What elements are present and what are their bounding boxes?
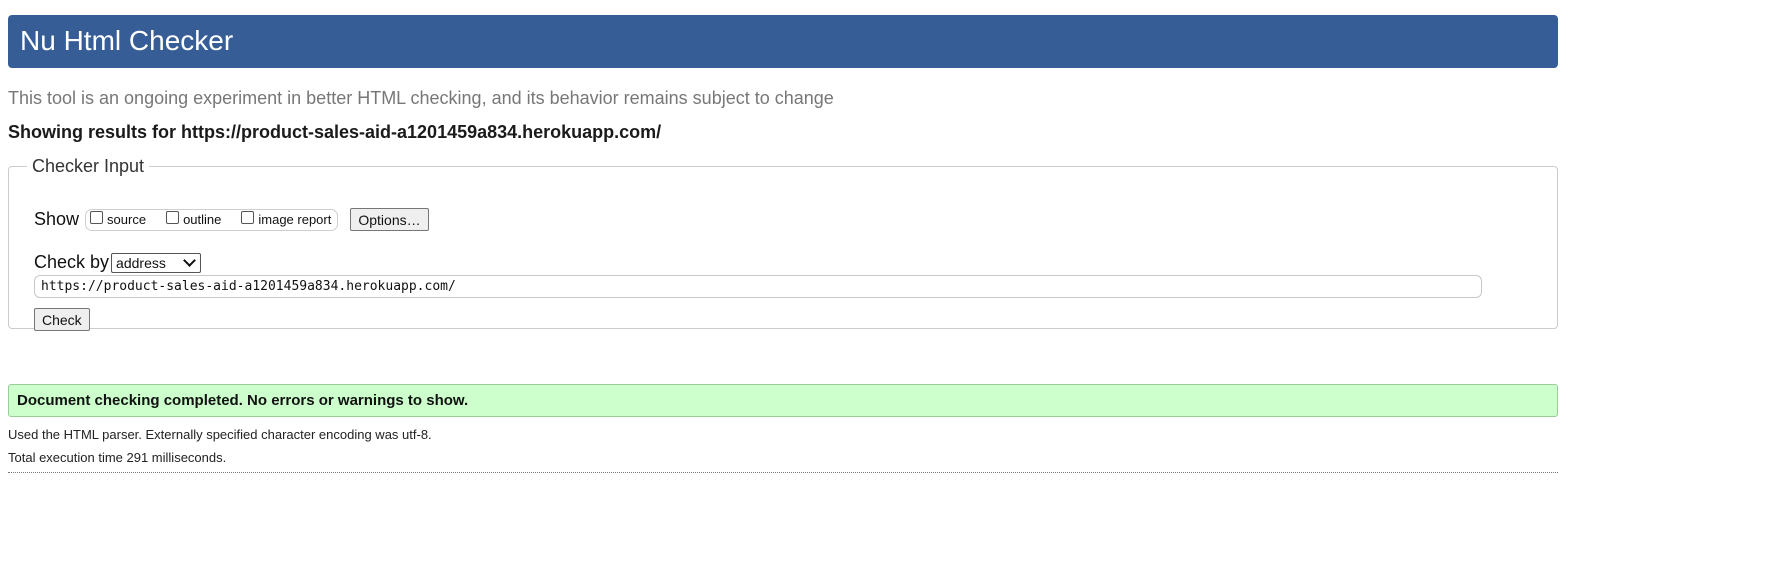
show-row: Show source outline image report Options… bbox=[34, 208, 429, 231]
page-title: Nu Html Checker bbox=[20, 25, 234, 56]
parser-note: Used the HTML parser. Externally specifi… bbox=[8, 427, 432, 442]
check-by-row: Check by address bbox=[34, 252, 202, 273]
source-label: source bbox=[107, 212, 147, 227]
url-input-value: https://product-sales-aid-a1201459a834.h… bbox=[41, 279, 456, 294]
execution-time-note: Total execution time 291 milliseconds. bbox=[8, 450, 227, 465]
url-input[interactable]: https://product-sales-aid-a1201459a834.h… bbox=[34, 275, 1482, 298]
success-message-text: Document checking completed. No errors o… bbox=[17, 392, 469, 409]
show-label: Show bbox=[34, 209, 80, 229]
dotted-divider bbox=[8, 472, 1558, 473]
check-by-selected-value: address bbox=[116, 254, 166, 271]
show-option-outline[interactable]: outline bbox=[166, 211, 222, 227]
source-checkbox[interactable] bbox=[90, 211, 104, 224]
image-report-label: image report bbox=[258, 212, 332, 227]
image-report-checkbox[interactable] bbox=[241, 211, 255, 224]
subtitle-text: This tool is an ongoing experiment in be… bbox=[8, 88, 834, 108]
outline-label: outline bbox=[183, 212, 222, 227]
checker-input-legend: Checker Input bbox=[32, 156, 145, 176]
show-options-group: source outline image report bbox=[85, 208, 339, 231]
check-by-select[interactable]: address bbox=[111, 252, 202, 273]
checker-input-fieldset: Checker Input Show source outline image … bbox=[8, 156, 1558, 331]
page-header: Nu Html Checker bbox=[8, 15, 1558, 68]
success-message: Document checking completed. No errors o… bbox=[8, 384, 1558, 417]
check-button[interactable]: Check bbox=[34, 308, 90, 331]
show-option-image-report[interactable]: image report bbox=[241, 211, 332, 227]
check-by-label: Check by bbox=[34, 252, 110, 272]
options-button[interactable]: Options… bbox=[350, 208, 429, 231]
outline-checkbox[interactable] bbox=[166, 211, 180, 224]
results-for-heading: Showing results for https://product-sale… bbox=[8, 122, 662, 142]
chevron-down-icon bbox=[183, 254, 196, 267]
show-option-source[interactable]: source bbox=[90, 211, 147, 227]
